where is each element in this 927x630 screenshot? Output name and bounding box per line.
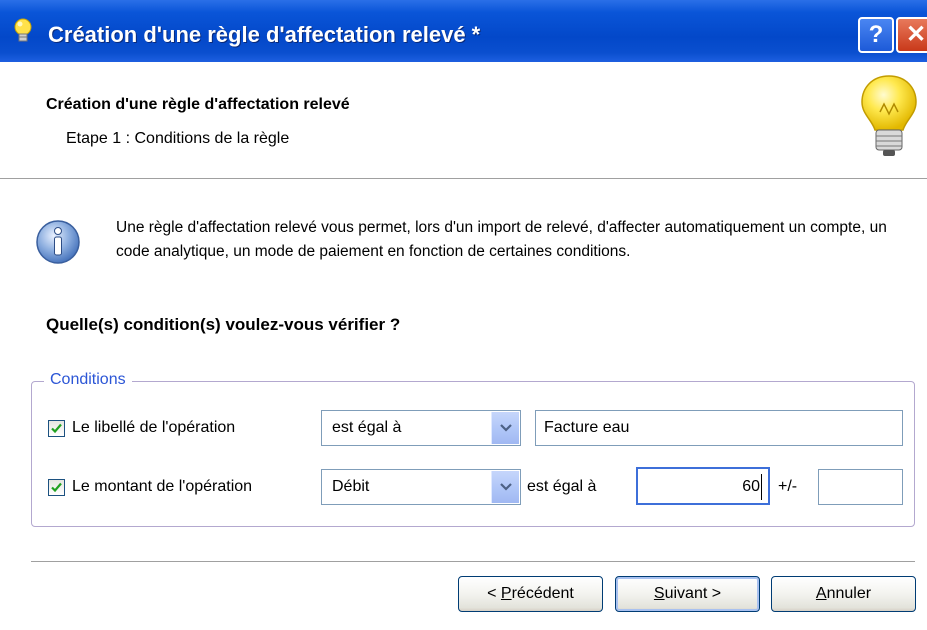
libelle-operator-value: est égal à [332, 419, 402, 436]
conditions-group [31, 381, 915, 527]
help-button[interactable]: ? [858, 17, 894, 53]
libelle-label: Le libellé de l'opération [72, 419, 236, 436]
previous-button[interactable]: < Précédent [458, 576, 603, 612]
window-title: Création d'une règle d'affectation relev… [48, 22, 481, 47]
next-accesskey: S [653, 585, 665, 602]
close-button[interactable]: ✕ [896, 17, 927, 53]
previous-prefix: < [487, 585, 501, 602]
previous-accesskey: P [500, 585, 512, 602]
header-title: Création d'une règle d'affectation relev… [46, 96, 350, 113]
wizard-header: Création d'une règle d'affectation relev… [0, 62, 927, 178]
tolerance-input[interactable] [818, 469, 903, 505]
title-bar: Création d'une règle d'affectation relev… [0, 0, 927, 62]
montant-label: Le montant de l'opération [72, 478, 253, 495]
montant-type-value: Débit [332, 478, 370, 495]
info-text: Une règle d'affectation relevé vous perm… [116, 219, 887, 260]
conditions-legend: Conditions [44, 371, 132, 389]
lightbulb-icon [12, 17, 34, 50]
montant-amount-input[interactable]: 60 [636, 467, 770, 505]
libelle-value-input[interactable]: Facture eau [535, 410, 903, 446]
checkmark-icon [51, 423, 62, 434]
lightbulb-icon [858, 74, 920, 163]
montant-amount-text: 60 [742, 478, 760, 495]
header-step: Etape 1 : Conditions de la règle [66, 130, 290, 147]
libelle-checkbox[interactable] [48, 420, 65, 437]
checkmark-icon [51, 482, 62, 493]
info-icon [34, 218, 82, 271]
chevron-down-icon[interactable] [491, 412, 519, 444]
next-label: uivant > [664, 585, 722, 602]
chevron-down-icon[interactable] [491, 471, 519, 503]
montant-checkbox[interactable] [48, 479, 65, 496]
question-label: Quelle(s) condition(s) voulez-vous vérif… [46, 315, 401, 334]
previous-label: récédent [511, 585, 574, 602]
montant-operator-label: est égal à [527, 478, 597, 495]
libelle-value-text: Facture eau [544, 419, 630, 436]
cancel-label: nnuler [826, 585, 872, 602]
text-caret [761, 474, 762, 500]
libelle-operator-select[interactable]: est égal à [321, 410, 521, 446]
next-button[interactable]: Suivant > [615, 576, 760, 612]
cancel-accesskey: A [815, 585, 827, 602]
montant-type-select[interactable]: Débit [321, 469, 521, 505]
cancel-button[interactable]: Annuler [771, 576, 916, 612]
tolerance-label: +/- [778, 478, 798, 495]
